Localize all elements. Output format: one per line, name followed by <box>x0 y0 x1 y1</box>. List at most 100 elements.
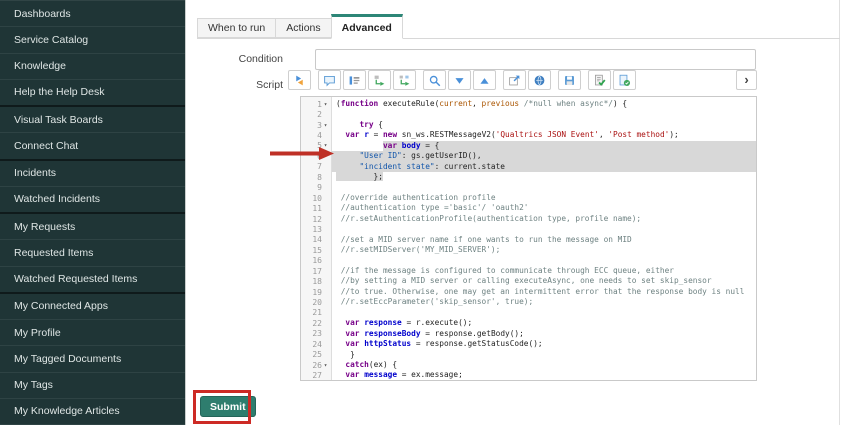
condition-label: Condition <box>191 53 283 65</box>
open-new-window-icon <box>508 74 521 87</box>
code-line[interactable] <box>332 183 756 193</box>
help-icon <box>533 74 546 87</box>
code-line[interactable]: (function executeRule(current, previous … <box>332 99 756 109</box>
code-line[interactable]: var response = r.execute(); <box>332 318 756 328</box>
line-number: 22 <box>301 318 331 328</box>
format-script-icon <box>293 74 306 87</box>
code-line[interactable] <box>332 308 756 318</box>
find-previous-icon <box>478 74 491 87</box>
sidebar-item-dashboards[interactable]: Dashboards <box>0 1 185 27</box>
sidebar-item-my-profile[interactable]: My Profile <box>0 320 185 346</box>
sidebar: DashboardsService CatalogKnowledgeHelp t… <box>0 0 186 425</box>
code-line[interactable]: var message = ex.message; <box>332 370 756 380</box>
code-line[interactable]: //to true. Otherwise, one may get an int… <box>332 287 756 297</box>
line-number: 5▾ <box>301 141 331 151</box>
sidebar-item-my-tags[interactable]: My Tags <box>0 373 185 399</box>
line-number: 7 <box>301 162 331 172</box>
code-line[interactable]: "User ID": gs.getUserID(), <box>332 151 756 161</box>
line-number: 25 <box>301 350 331 360</box>
editor-gutter: 1▾23▾45▾67891011121314151617181920212223… <box>301 97 332 380</box>
condition-input[interactable] <box>315 49 756 70</box>
sidebar-item-knowledge[interactable]: Knowledge <box>0 54 185 80</box>
sidebar-item-watched-incidents[interactable]: Watched Incidents <box>0 187 185 214</box>
fold-toggle-icon[interactable]: ▾ <box>322 142 329 149</box>
toolbar-group <box>503 70 551 90</box>
tab-bar: When to runActionsAdvanced <box>197 14 403 38</box>
code-line[interactable]: //r.setAuthenticationProfile(authenticat… <box>332 214 756 224</box>
tab-when-to-run[interactable]: When to run <box>197 18 275 38</box>
sidebar-item-connect-chat[interactable]: Connect Chat <box>0 133 185 160</box>
help-button[interactable] <box>528 70 551 90</box>
line-number: 13 <box>301 224 331 234</box>
code-line[interactable]: //r.setEccParameter('skip_sensor', true)… <box>332 297 756 307</box>
syntax-check-button[interactable] <box>588 70 611 90</box>
sidebar-item-my-tagged-documents[interactable]: My Tagged Documents <box>0 346 185 372</box>
line-number: 14 <box>301 235 331 245</box>
line-number: 20 <box>301 297 331 307</box>
toolbar-group <box>558 70 581 90</box>
open-new-window-button[interactable] <box>503 70 526 90</box>
fold-toggle-icon[interactable]: ▾ <box>322 101 329 108</box>
code-line[interactable]: //set a MID server name if one wants to … <box>332 235 756 245</box>
sidebar-item-my-connected-apps[interactable]: My Connected Apps <box>0 294 185 320</box>
code-line[interactable]: //r.setMIDServer('MY_MID_SERVER'); <box>332 245 756 255</box>
code-line[interactable]: var responseBody = response.getBody(); <box>332 329 756 339</box>
code-line[interactable]: try { <box>332 120 756 130</box>
line-number: 4 <box>301 130 331 140</box>
code-line[interactable]: //override authentication profile <box>332 193 756 203</box>
code-line[interactable]: //authentication type ='basic'/ 'oauth2' <box>332 203 756 213</box>
editor-code-area[interactable]: (function executeRule(current, previous … <box>332 97 756 380</box>
sidebar-item-requested-items[interactable]: Requested Items <box>0 240 185 266</box>
line-number: 9 <box>301 183 331 193</box>
save-button[interactable] <box>558 70 581 90</box>
find-next-button[interactable] <box>448 70 471 90</box>
find-previous-button[interactable] <box>473 70 496 90</box>
line-number: 1▾ <box>301 99 331 109</box>
line-number: 24 <box>301 339 331 349</box>
format-text-button[interactable] <box>343 70 366 90</box>
code-line[interactable]: //if the message is configured to commun… <box>332 266 756 276</box>
save-icon <box>563 74 576 87</box>
code-line[interactable]: } <box>332 350 756 360</box>
code-line[interactable] <box>332 224 756 234</box>
page: DashboardsService CatalogKnowledgeHelp t… <box>0 0 850 425</box>
script-debug-icon <box>618 74 631 87</box>
sidebar-item-watched-requested-items[interactable]: Watched Requested Items <box>0 267 185 294</box>
sidebar-item-my-requests[interactable]: My Requests <box>0 214 185 240</box>
line-number: 17 <box>301 266 331 276</box>
toolbar-group <box>288 70 311 90</box>
code-line[interactable]: var body = { <box>332 141 756 151</box>
code-line[interactable]: //by setting a MID server or calling exe… <box>332 276 756 286</box>
sidebar-item-visual-task-boards[interactable]: Visual Task Boards <box>0 107 185 133</box>
code-line[interactable]: }; <box>332 172 756 182</box>
sidebar-menu: DashboardsService CatalogKnowledgeHelp t… <box>0 0 185 425</box>
sidebar-item-help-the-help-desk[interactable]: Help the Help Desk <box>0 80 185 107</box>
format-script-button[interactable] <box>288 70 311 90</box>
comment-button[interactable] <box>318 70 341 90</box>
fold-toggle-icon[interactable]: ▾ <box>322 122 329 129</box>
tab-advanced[interactable]: Advanced <box>331 14 403 39</box>
replace-icon <box>373 74 386 87</box>
script-editor[interactable]: 1▾23▾45▾67891011121314151617181920212223… <box>300 96 757 381</box>
replace-all-button[interactable] <box>393 70 416 90</box>
submit-button[interactable]: Submit <box>200 396 256 417</box>
replace-button[interactable] <box>368 70 391 90</box>
fold-toggle-icon[interactable]: ▾ <box>322 362 329 369</box>
code-line[interactable]: var httpStatus = response.getStatusCode(… <box>332 339 756 349</box>
script-debug-button[interactable] <box>613 70 636 90</box>
tab-actions[interactable]: Actions <box>275 18 330 38</box>
code-line[interactable] <box>332 109 756 119</box>
toolbar-group <box>588 70 636 90</box>
code-line[interactable] <box>332 256 756 266</box>
toolbar-group <box>423 70 496 90</box>
code-line[interactable]: catch(ex) { <box>332 360 756 370</box>
code-line[interactable]: "incident state": current.state <box>332 162 756 172</box>
sidebar-item-incidents[interactable]: Incidents <box>0 161 185 187</box>
line-number: 12 <box>301 214 331 224</box>
expand-toolbar-button[interactable]: › <box>736 70 757 90</box>
search-button[interactable] <box>423 70 446 90</box>
sidebar-item-service-catalog[interactable]: Service Catalog <box>0 27 185 53</box>
code-line[interactable]: var r = new sn_ws.RESTMessageV2('Qualtri… <box>332 130 756 140</box>
tabbar-divider <box>197 38 840 39</box>
sidebar-item-my-knowledge-articles[interactable]: My Knowledge Articles <box>0 399 185 425</box>
